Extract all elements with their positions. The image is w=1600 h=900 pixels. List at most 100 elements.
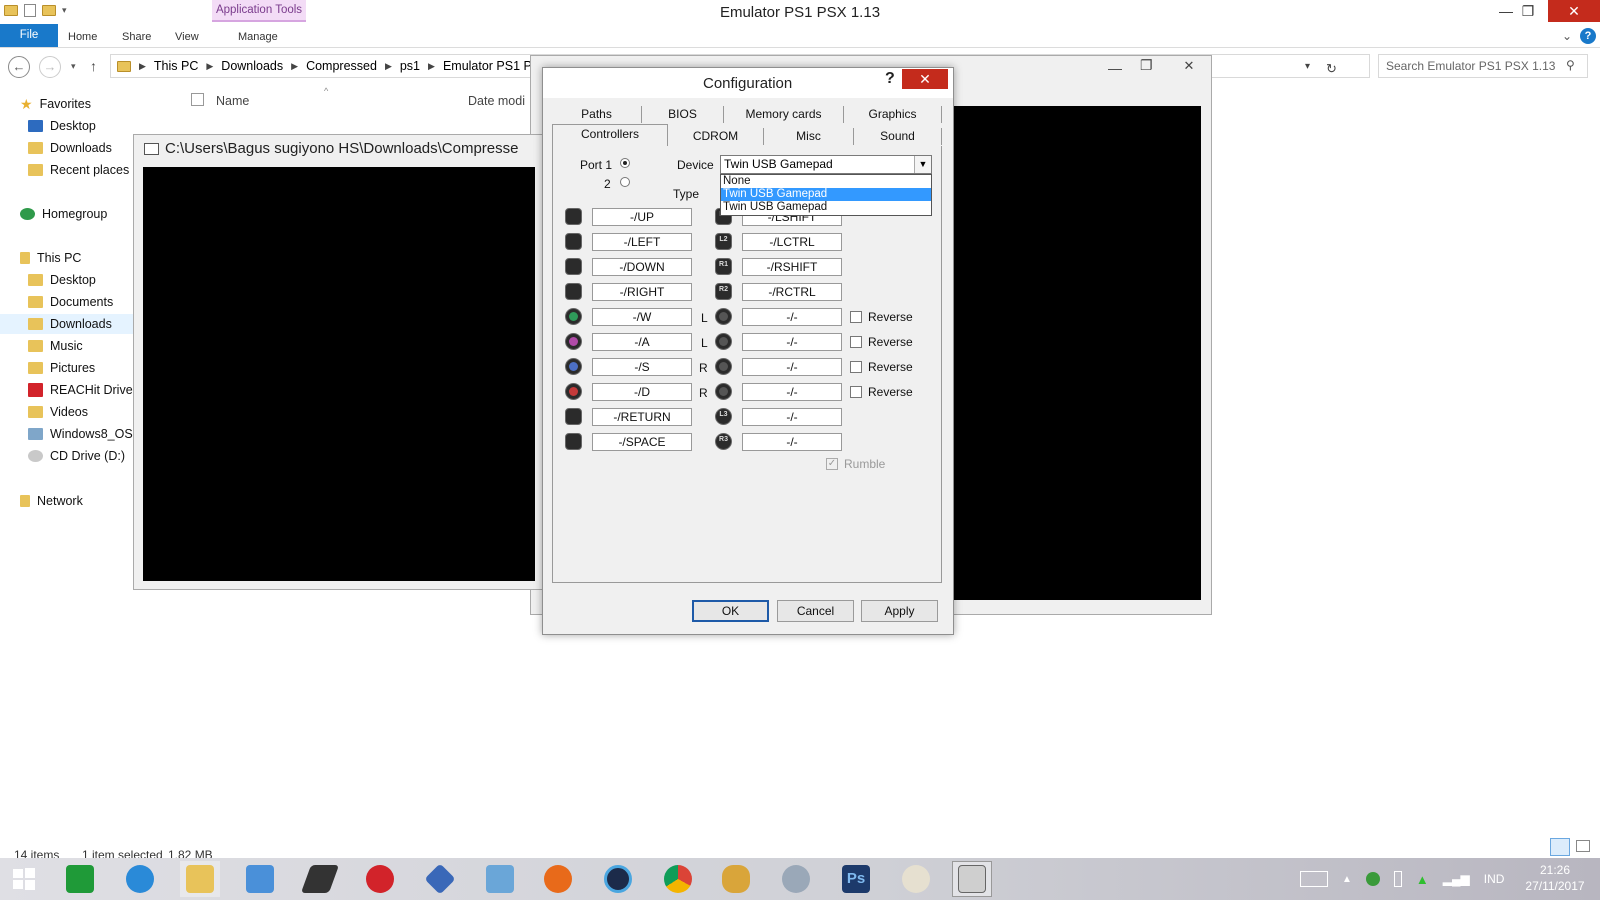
expand-ribbon-icon[interactable]: ⌄ (1562, 29, 1572, 43)
key-r3-input[interactable]: -/- (742, 433, 842, 451)
select-all-checkbox[interactable] (191, 93, 204, 106)
tab-manage[interactable]: Manage (238, 24, 278, 47)
search-icon[interactable]: ⚲ (1566, 58, 1575, 72)
new-folder-icon[interactable] (42, 5, 56, 16)
key-select-input[interactable]: -/SPACE (592, 433, 692, 451)
tab-view[interactable]: View (175, 24, 199, 47)
nav-pc-documents[interactable]: Documents (28, 292, 113, 312)
nav-network[interactable]: Network (20, 491, 83, 511)
reverse-checkbox-2[interactable] (850, 336, 862, 348)
taskbar-app-gamepad[interactable] (480, 861, 520, 897)
key-l3-input[interactable]: -/- (742, 408, 842, 426)
key-l2-input[interactable]: -/LCTRL (742, 233, 842, 251)
ok-button[interactable]: OK (692, 600, 769, 622)
nav-homegroup[interactable]: Homegroup (20, 204, 107, 224)
nav-fav-desktop[interactable]: Desktop (28, 116, 96, 136)
details-view-icon[interactable] (1550, 838, 1570, 856)
nav-pc-music[interactable]: Music (28, 336, 83, 356)
properties-icon[interactable] (24, 4, 36, 17)
search-input[interactable]: Search Emulator PS1 PSX 1.13 (1378, 54, 1588, 78)
breadcrumb-this-pc[interactable]: This PC (154, 59, 198, 73)
up-button[interactable]: ↑ (90, 58, 97, 74)
address-dropdown-icon[interactable]: ▾ (1305, 61, 1310, 77)
reverse-checkbox-1[interactable] (850, 311, 862, 323)
taskbar-photoshop[interactable]: Ps (836, 861, 876, 897)
taskbar-store[interactable] (60, 861, 100, 897)
taskbar-outlook[interactable] (240, 861, 280, 897)
key-lstick-x-input[interactable]: -/- (742, 308, 842, 326)
taskbar-ie[interactable] (120, 861, 160, 897)
key-start-input[interactable]: -/RETURN (592, 408, 692, 426)
help-icon[interactable]: ? (1580, 28, 1596, 44)
taskbar-app-robot[interactable] (776, 861, 816, 897)
key-lstick-y-input[interactable]: -/- (742, 333, 842, 351)
key-left-input[interactable]: -/LEFT (592, 233, 692, 251)
close-button[interactable]: ✕ (1548, 0, 1600, 22)
language-indicator[interactable]: IND (1484, 872, 1505, 886)
forward-button[interactable]: → (39, 56, 61, 78)
tab-bios[interactable]: BIOS (642, 106, 724, 123)
key-right-input[interactable]: -/RIGHT (592, 283, 692, 301)
key-cross-input[interactable]: -/S (592, 358, 692, 376)
large-icons-view-icon[interactable] (1576, 840, 1590, 852)
nav-pc-windows-os[interactable]: Windows8_OS ( (28, 424, 140, 444)
nav-pc-videos[interactable]: Videos (28, 402, 88, 422)
help-button[interactable]: ? (885, 70, 895, 88)
port-1-radio[interactable] (620, 158, 630, 168)
tab-sound[interactable]: Sound (854, 128, 942, 145)
taskbar-app-dark[interactable] (300, 861, 340, 897)
column-date-header[interactable]: Date modi (468, 94, 525, 108)
breadcrumb-downloads[interactable]: Downloads (221, 59, 283, 73)
device-option-twin-usb-1[interactable]: Twin USB Gamepad (721, 188, 931, 201)
tab-file[interactable]: File (0, 24, 58, 47)
device-select[interactable]: Twin USB Gamepad ▼ (720, 155, 932, 174)
reverse-checkbox-4[interactable] (850, 386, 862, 398)
taskbar-paint[interactable] (896, 861, 936, 897)
key-triangle-input[interactable]: -/W (592, 308, 692, 326)
taskbar-ps-emulator[interactable] (952, 861, 992, 897)
back-button[interactable]: ← (8, 56, 30, 78)
nav-this-pc[interactable]: This PC (20, 248, 81, 268)
emulator-close-button[interactable]: ✕ (1167, 56, 1211, 76)
key-up-input[interactable]: -/UP (592, 208, 692, 226)
breadcrumb-compressed[interactable]: Compressed (306, 59, 377, 73)
rumble-checkbox[interactable]: ✓ (826, 458, 838, 470)
tab-share[interactable]: Share (122, 24, 151, 47)
chevron-down-icon[interactable]: ▾ (62, 5, 67, 16)
tab-cdrom[interactable]: CDROM (668, 128, 764, 145)
taskbar-chrome[interactable] (658, 861, 698, 897)
key-rstick-x-input[interactable]: -/- (742, 358, 842, 376)
start-button[interactable] (4, 861, 44, 897)
nav-pc-pictures[interactable]: Pictures (28, 358, 95, 378)
apply-button[interactable]: Apply (861, 600, 938, 622)
key-circle-input[interactable]: -/D (592, 383, 692, 401)
refresh-icon[interactable]: ↻ (1326, 61, 1337, 77)
key-rstick-y-input[interactable]: -/- (742, 383, 842, 401)
breadcrumb-ps1[interactable]: ps1 (400, 59, 420, 73)
nav-pc-desktop[interactable]: Desktop (28, 270, 96, 290)
taskbar-app-media[interactable] (598, 861, 638, 897)
maximize-button[interactable]: ❐ (1513, 0, 1543, 22)
signal-icon[interactable]: ▂▄▆ (1443, 872, 1470, 886)
emulator-maximize-button[interactable]: ❐ (1140, 57, 1153, 74)
device-option-none[interactable]: None (721, 175, 931, 188)
tab-controllers[interactable]: Controllers (552, 124, 668, 146)
key-r1-input[interactable]: -/RSHIFT (742, 258, 842, 276)
keyboard-icon[interactable] (1300, 871, 1328, 887)
nav-favorites[interactable]: ★ Favorites (20, 94, 91, 114)
nav-pc-reachit[interactable]: REACHit Drive (28, 380, 133, 400)
taskbar-app-red[interactable] (360, 861, 400, 897)
configuration-close-button[interactable]: ✕ (902, 69, 948, 89)
taskbar-app-fruit[interactable] (716, 861, 756, 897)
nav-fav-downloads[interactable]: Downloads (28, 138, 112, 158)
taskbar-file-explorer[interactable] (180, 861, 220, 897)
tray-app-icon[interactable] (1365, 872, 1380, 886)
key-square-input[interactable]: -/A (592, 333, 692, 351)
tab-graphics[interactable]: Graphics (844, 106, 942, 123)
nav-fav-recent[interactable]: Recent places (28, 160, 129, 180)
device-option-twin-usb-2[interactable]: Twin USB Gamepad (721, 201, 931, 214)
battery-icon[interactable] (1393, 871, 1402, 887)
upload-icon[interactable]: ▲ (1416, 872, 1429, 887)
tab-home[interactable]: Home (68, 24, 97, 47)
nav-pc-cd-drive[interactable]: CD Drive (D:) (28, 446, 125, 466)
